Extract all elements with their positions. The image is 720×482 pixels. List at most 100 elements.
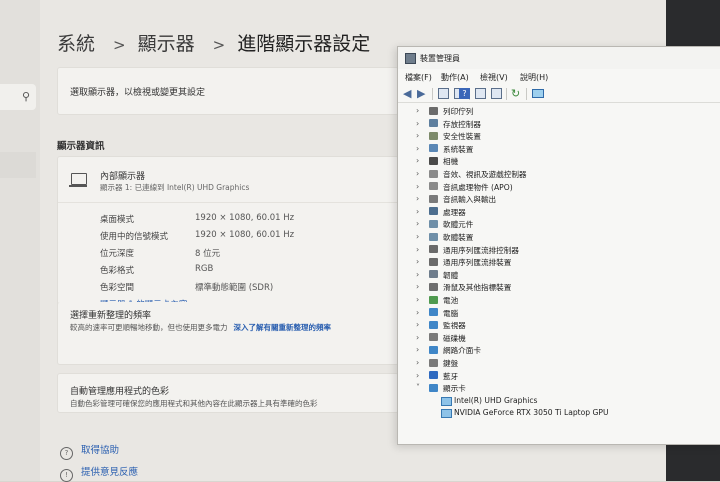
settings-nav-pane: ⚲ [0, 0, 40, 481]
select-display-label: 選取顯示器，以檢視或變更其設定 [70, 88, 206, 98]
get-help-link[interactable]: ? 取得協助 [60, 442, 119, 460]
chevron-right-icon[interactable]: › [416, 194, 419, 203]
chevron-right-icon[interactable]: › [416, 358, 419, 367]
breadcrumb-system[interactable]: 系統 [57, 33, 95, 55]
chevron-right-icon[interactable]: › [416, 371, 419, 380]
mouse-icon [429, 282, 438, 291]
feedback-link[interactable]: ! 提供意見反應 [60, 464, 138, 482]
chevron-down-icon[interactable]: ˅ [416, 383, 420, 392]
chevron-right-icon[interactable]: › [416, 295, 419, 304]
tree-node-label: 韌體 [443, 270, 459, 280]
tree-node-label: 音效、視訊及遊戲控制器 [443, 170, 527, 179]
device-manager-window: 裝置管理員 檔案(F) 動作(A) 檢視(V) 說明(H) ◀ ▶ ? ↻ › 列… [397, 46, 720, 445]
refresh-rate-learn-more-link[interactable]: 深入了解有關重新整理的頻率 [234, 323, 332, 332]
computer-icon [429, 308, 438, 317]
chevron-right-icon[interactable]: › [416, 245, 419, 254]
scan-hardware-icon[interactable]: ↻ [511, 88, 522, 99]
tree-node-label: 音訊處理物件 (APO) [443, 182, 513, 192]
tree-node-label: 通用序列匯流排控制器 [443, 245, 519, 255]
monitor-icon [429, 320, 438, 329]
refresh-rate-card[interactable]: 選擇重新整理的頻率 較高的速率可更順暢地移動，但也使用更多電力 深入了解有關重新整… [57, 302, 399, 365]
tree-node-label: 軟體元件 [443, 220, 474, 230]
tree-node-label: 處理器 [443, 207, 466, 217]
chevron-right-icon[interactable]: › [416, 232, 419, 241]
printer-icon [429, 106, 438, 115]
properties-pane-icon[interactable] [438, 88, 449, 99]
device-manager-titlebar[interactable]: 裝置管理員 [398, 47, 720, 69]
tree-child-label: Intel(R) UHD Graphics [454, 395, 538, 405]
breadcrumb-display[interactable]: 顯示器 [138, 33, 195, 55]
chevron-right-icon: > [113, 36, 126, 54]
menu-file[interactable]: 檔案(F) [405, 72, 432, 83]
tree-node-label: 音訊輸入與輸出 [443, 195, 497, 205]
help-icon: ? [60, 447, 73, 460]
chevron-right-icon[interactable]: › [416, 119, 419, 128]
chevron-right-icon[interactable]: › [416, 156, 419, 165]
chevron-right-icon[interactable]: › [416, 308, 419, 317]
tree-node-label: 藍牙 [443, 371, 459, 381]
chevron-right-icon[interactable]: › [416, 207, 419, 216]
disk-drive-icon [429, 333, 438, 342]
software-component-icon [429, 219, 438, 228]
tree-node-label: 通用序列匯流排裝置 [443, 258, 512, 268]
breadcrumb: 系統 > 顯示器 > 進階顯示器設定 [57, 29, 376, 56]
chevron-right-icon[interactable]: › [416, 144, 419, 153]
select-display-card[interactable]: 選取顯示器，以檢視或變更其設定 [57, 67, 399, 115]
apo-icon [429, 182, 438, 191]
processor-icon [429, 207, 438, 216]
display-info-card: 內部顯示器 顯示器 1: 已連線到 Intel(R) UHD Graphics … [57, 156, 399, 320]
back-arrow-icon[interactable]: ◀ [403, 88, 414, 99]
update-driver-icon[interactable] [491, 88, 502, 99]
window-title: 裝置管理員 [420, 54, 460, 63]
toolbar-separator [432, 88, 433, 100]
menu-action[interactable]: 動作(A) [441, 72, 469, 83]
tree-node-label: 顯示卡 [443, 384, 466, 394]
chevron-right-icon[interactable]: › [416, 270, 419, 279]
refresh-rate-title: 選擇重新整理的頻率 [70, 311, 152, 321]
keyboard-icon [429, 358, 438, 367]
menu-bar: 檔案(F) 動作(A) 檢視(V) 說明(H) [398, 69, 720, 86]
tree-node-label: 電池 [443, 296, 459, 305]
menu-view[interactable]: 檢視(V) [480, 72, 508, 83]
forward-arrow-icon[interactable]: ▶ [417, 88, 428, 99]
tree-node-label: 相機 [443, 157, 459, 167]
page-title: 進階顯示器設定 [237, 33, 371, 55]
chevron-right-icon[interactable]: › [416, 106, 419, 115]
chevron-right-icon[interactable]: › [416, 219, 419, 228]
speaker-icon [429, 194, 438, 203]
help-icon[interactable]: ? [459, 88, 470, 99]
chevron-right-icon[interactable]: › [416, 320, 419, 329]
display-info-heading: 顯示器資訊 [57, 141, 105, 152]
nav-selected-item[interactable] [0, 152, 36, 178]
tree-node-label: 電腦 [443, 308, 459, 318]
chevron-right-icon[interactable]: › [416, 182, 419, 191]
menu-help[interactable]: 說明(H) [520, 72, 548, 83]
device-manager-app-icon [405, 53, 416, 64]
auto-color-desc: 自動色彩管理可確保您的應用程式和其他內容在此顯示器上具有準確的色彩 [70, 399, 318, 408]
properties-icon[interactable] [475, 88, 486, 99]
search-icon[interactable]: ⚲ [22, 90, 30, 103]
chevron-right-icon[interactable]: › [416, 333, 419, 342]
software-device-icon [429, 232, 438, 241]
monitor-icon[interactable] [532, 89, 544, 98]
chevron-right-icon[interactable]: › [416, 345, 419, 354]
laptop-monitor-icon [69, 173, 87, 187]
auto-color-card[interactable]: 自動管理應用程式的色彩 自動色彩管理可確保您的應用程式和其他內容在此顯示器上具有… [57, 373, 399, 413]
tree-node-label: 安全性裝置 [443, 132, 481, 142]
chevron-right-icon[interactable]: › [416, 131, 419, 140]
display-adapter-icon [441, 409, 452, 419]
tree-node-label: 滑鼠及其他指標裝置 [443, 283, 512, 293]
tree-node-label: 磁碟機 [443, 333, 466, 343]
divider [58, 202, 398, 203]
network-adapter-icon [429, 345, 438, 354]
chevron-right-icon[interactable]: › [416, 257, 419, 266]
display-subtitle: 顯示器 1: 已連線到 Intel(R) UHD Graphics [100, 183, 250, 192]
display-name: 內部顯示器 [100, 172, 146, 182]
chevron-right-icon[interactable]: › [416, 169, 419, 178]
system-device-icon [429, 144, 438, 153]
tree-node-label: 鍵盤 [443, 359, 459, 368]
settings-search-box[interactable]: ⚲ [0, 84, 36, 110]
toolbar: ◀ ▶ ? ↻ [398, 86, 720, 103]
display-adapter-icon [441, 396, 452, 406]
chevron-right-icon[interactable]: › [416, 282, 419, 291]
